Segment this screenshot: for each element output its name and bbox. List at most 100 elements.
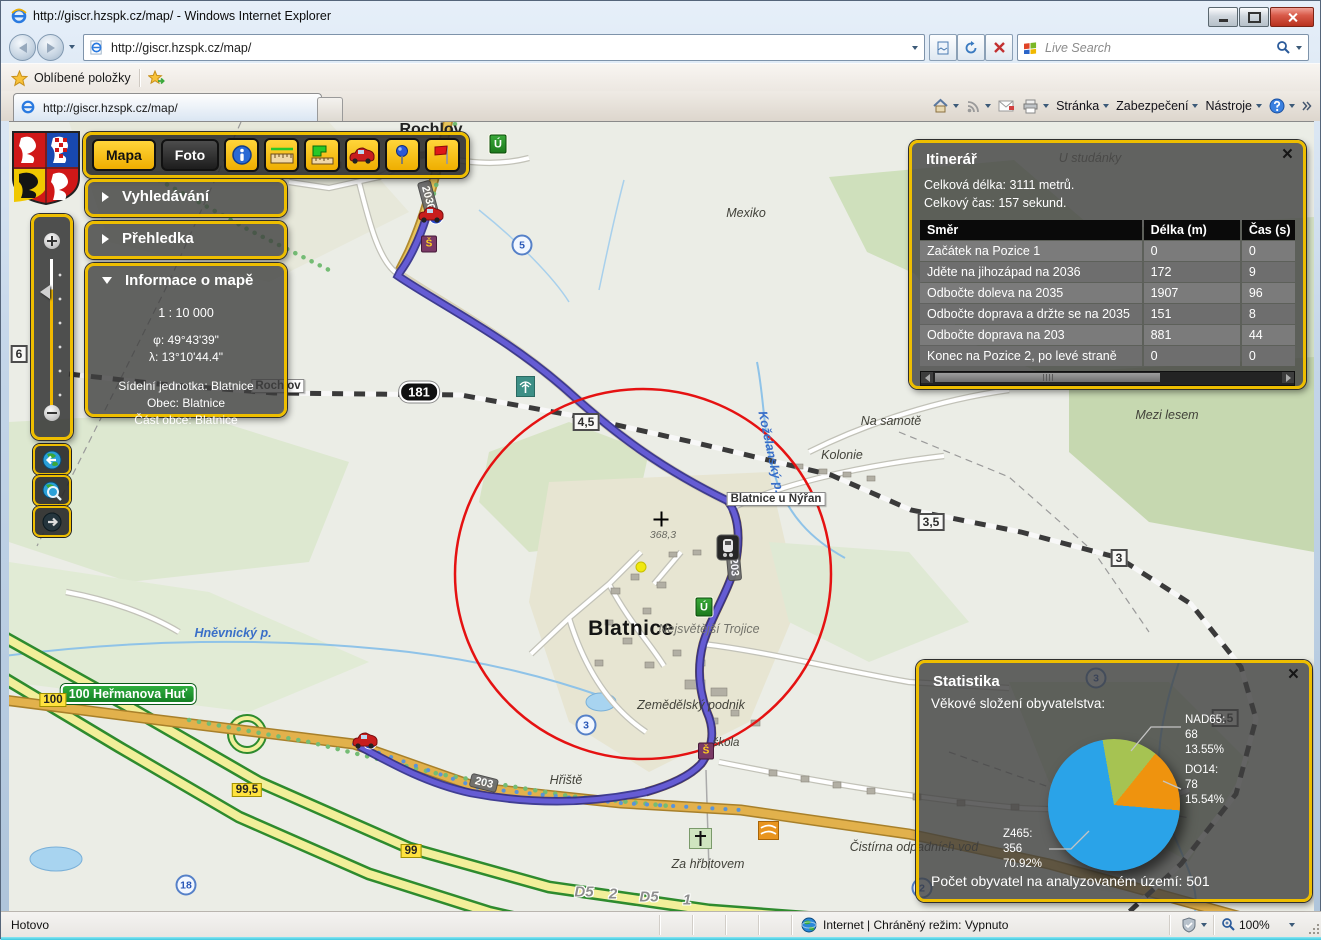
- scrollbar-thumb[interactable]: [935, 373, 1160, 382]
- route-car-2-icon[interactable]: [351, 732, 379, 754]
- search-options-dropdown[interactable]: [1296, 46, 1302, 50]
- panel-vyhledavani[interactable]: Vyhledávání: [85, 179, 287, 217]
- itinerary-close-button[interactable]: ×: [1282, 145, 1293, 165]
- help-dropdown[interactable]: [1289, 104, 1295, 108]
- title-bar[interactable]: http://giscr.hzspk.cz/map/ - Windows Int…: [1, 1, 1320, 31]
- previous-view-button[interactable]: [33, 444, 71, 475]
- label-nejsvetejsi-trojice: Nejsvětější Trojice: [658, 622, 759, 636]
- itinerary-row[interactable]: Odbočte doprava a držte se na 20351518: [920, 304, 1295, 324]
- read-mail-button[interactable]: [998, 100, 1015, 113]
- itinerary-row[interactable]: Začátek na Pozice 100: [920, 241, 1295, 261]
- itinerary-rows: Začátek na Pozice 100Jděte na jihozápad …: [920, 241, 1295, 366]
- stop-button[interactable]: [985, 34, 1013, 61]
- page-icon: [89, 40, 105, 56]
- address-bar[interactable]: [83, 34, 925, 61]
- home-dropdown[interactable]: [953, 104, 959, 108]
- route-car-1-icon[interactable]: [417, 206, 445, 228]
- search-icon[interactable]: [1276, 40, 1291, 55]
- tools-menu[interactable]: Nástroje: [1205, 99, 1262, 113]
- label-kozelansky-potok: Koželanský p.: [755, 410, 786, 494]
- zoom-slider-track[interactable]: [50, 259, 53, 411]
- panel-informace-o-mape[interactable]: Informace o mapě 1 : 10 000 φ: 49°43'39"…: [85, 263, 287, 417]
- feeds-button[interactable]: [966, 99, 991, 114]
- route-tool-button[interactable]: [345, 138, 380, 172]
- history-dropdown[interactable]: [69, 45, 75, 49]
- zoom-icon[interactable]: [1221, 917, 1236, 932]
- refresh-button[interactable]: [957, 34, 985, 61]
- new-tab-button[interactable]: [317, 97, 343, 122]
- itinerary-row[interactable]: Odbočte doleva na 2035190796: [920, 283, 1295, 303]
- scroll-right-arrow[interactable]: [1282, 372, 1294, 383]
- url-input[interactable]: [109, 40, 912, 56]
- add-favorite-icon[interactable]: [148, 70, 166, 87]
- home-button[interactable]: [932, 98, 959, 114]
- itinerary-row[interactable]: Odbočte doprava na 20388144: [920, 325, 1295, 345]
- security-menu[interactable]: Zabezpečení: [1116, 99, 1198, 113]
- zoom-in-button[interactable]: [44, 233, 60, 249]
- zoom-extent-button[interactable]: [33, 475, 71, 506]
- close-button[interactable]: [1270, 7, 1314, 27]
- zoom-dropdown[interactable]: [1289, 923, 1295, 927]
- bridge-icon: [758, 821, 779, 845]
- poi-u: Ú: [696, 598, 713, 617]
- forward-button[interactable]: [37, 34, 64, 61]
- protected-mode-dropdown[interactable]: [1201, 923, 1207, 927]
- compatibility-view-button[interactable]: [929, 34, 957, 61]
- search-box[interactable]: [1017, 34, 1309, 61]
- km-100: 100: [39, 693, 66, 707]
- minimize-button[interactable]: [1208, 7, 1238, 27]
- globe-magnifier-icon: [41, 480, 63, 502]
- map-viewport[interactable]: RochlovRochlovBlatnice u NýřanBlatniceNe…: [9, 121, 1314, 912]
- column-delka: Délka (m): [1144, 220, 1240, 240]
- compatibility-icon: [936, 41, 950, 55]
- scroll-left-arrow[interactable]: [921, 372, 933, 383]
- pin-tool-button[interactable]: [385, 138, 420, 172]
- itinerary-cell: 0: [1144, 241, 1240, 261]
- info-icon: [231, 144, 253, 166]
- itinerary-scrollbar[interactable]: [920, 371, 1295, 386]
- tab-mapa[interactable]: Mapa: [92, 139, 156, 171]
- back-icon: [19, 43, 27, 53]
- itinerary-row[interactable]: Konec na Pozice 2, po levé straně00: [920, 346, 1295, 366]
- roadnum-d5: D5: [639, 889, 658, 906]
- sign-6: 6: [11, 345, 28, 363]
- zoom-slider-thumb[interactable]: [40, 285, 50, 299]
- navigation-bar: [1, 31, 1320, 63]
- resize-grip[interactable]: [1309, 924, 1319, 934]
- itinerary-table: Směr Délka (m) Čas (s) Začátek na Pozice…: [920, 220, 1295, 366]
- itinerary-row[interactable]: Jděte na jihozápad na 20361729: [920, 262, 1295, 282]
- more-commands-chevron[interactable]: [1302, 101, 1312, 111]
- print-dropdown[interactable]: [1043, 104, 1049, 108]
- info-tool-button[interactable]: [224, 138, 259, 172]
- measure-distance-button[interactable]: [264, 138, 299, 172]
- zoom-level[interactable]: 100%: [1239, 918, 1270, 932]
- tab-active[interactable]: http://giscr.hzspk.cz/map/: [13, 93, 322, 122]
- page-menu-label: Stránka: [1056, 99, 1099, 113]
- help-button[interactable]: [1269, 98, 1295, 114]
- address-dropdown[interactable]: [912, 46, 918, 50]
- mail-icon: [998, 100, 1015, 113]
- cyclo-5: 5: [512, 235, 533, 256]
- region-coat-of-arms: [11, 130, 81, 211]
- zoom-out-button[interactable]: [44, 405, 60, 421]
- maximize-button[interactable]: [1239, 7, 1269, 27]
- page-menu[interactable]: Stránka: [1056, 99, 1109, 113]
- km-99-5: 99,5: [232, 783, 262, 797]
- zoom-slider-ticks: [58, 263, 62, 409]
- itinerary-cell: Jděte na jihozápad na 2036: [920, 262, 1142, 282]
- label-hriste: Hřiště: [550, 773, 583, 787]
- itinerary-header-row: Směr Délka (m) Čas (s): [920, 220, 1295, 240]
- flag-tool-button[interactable]: [425, 138, 460, 172]
- protected-mode-icon[interactable]: [1181, 917, 1197, 933]
- panel-prehledka[interactable]: Přehledka: [85, 221, 287, 259]
- page-menu-dropdown: [1103, 104, 1109, 108]
- tab-foto[interactable]: Foto: [161, 139, 219, 171]
- feeds-dropdown[interactable]: [985, 104, 991, 108]
- search-input[interactable]: [1043, 40, 1276, 56]
- measure-area-button[interactable]: [304, 138, 339, 172]
- next-view-button[interactable]: [33, 506, 71, 537]
- browser-window: http://giscr.hzspk.cz/map/ - Windows Int…: [0, 0, 1321, 939]
- back-button[interactable]: [9, 34, 36, 61]
- print-button[interactable]: [1022, 99, 1049, 114]
- favorites-button[interactable]: Oblíbené položky: [34, 71, 131, 85]
